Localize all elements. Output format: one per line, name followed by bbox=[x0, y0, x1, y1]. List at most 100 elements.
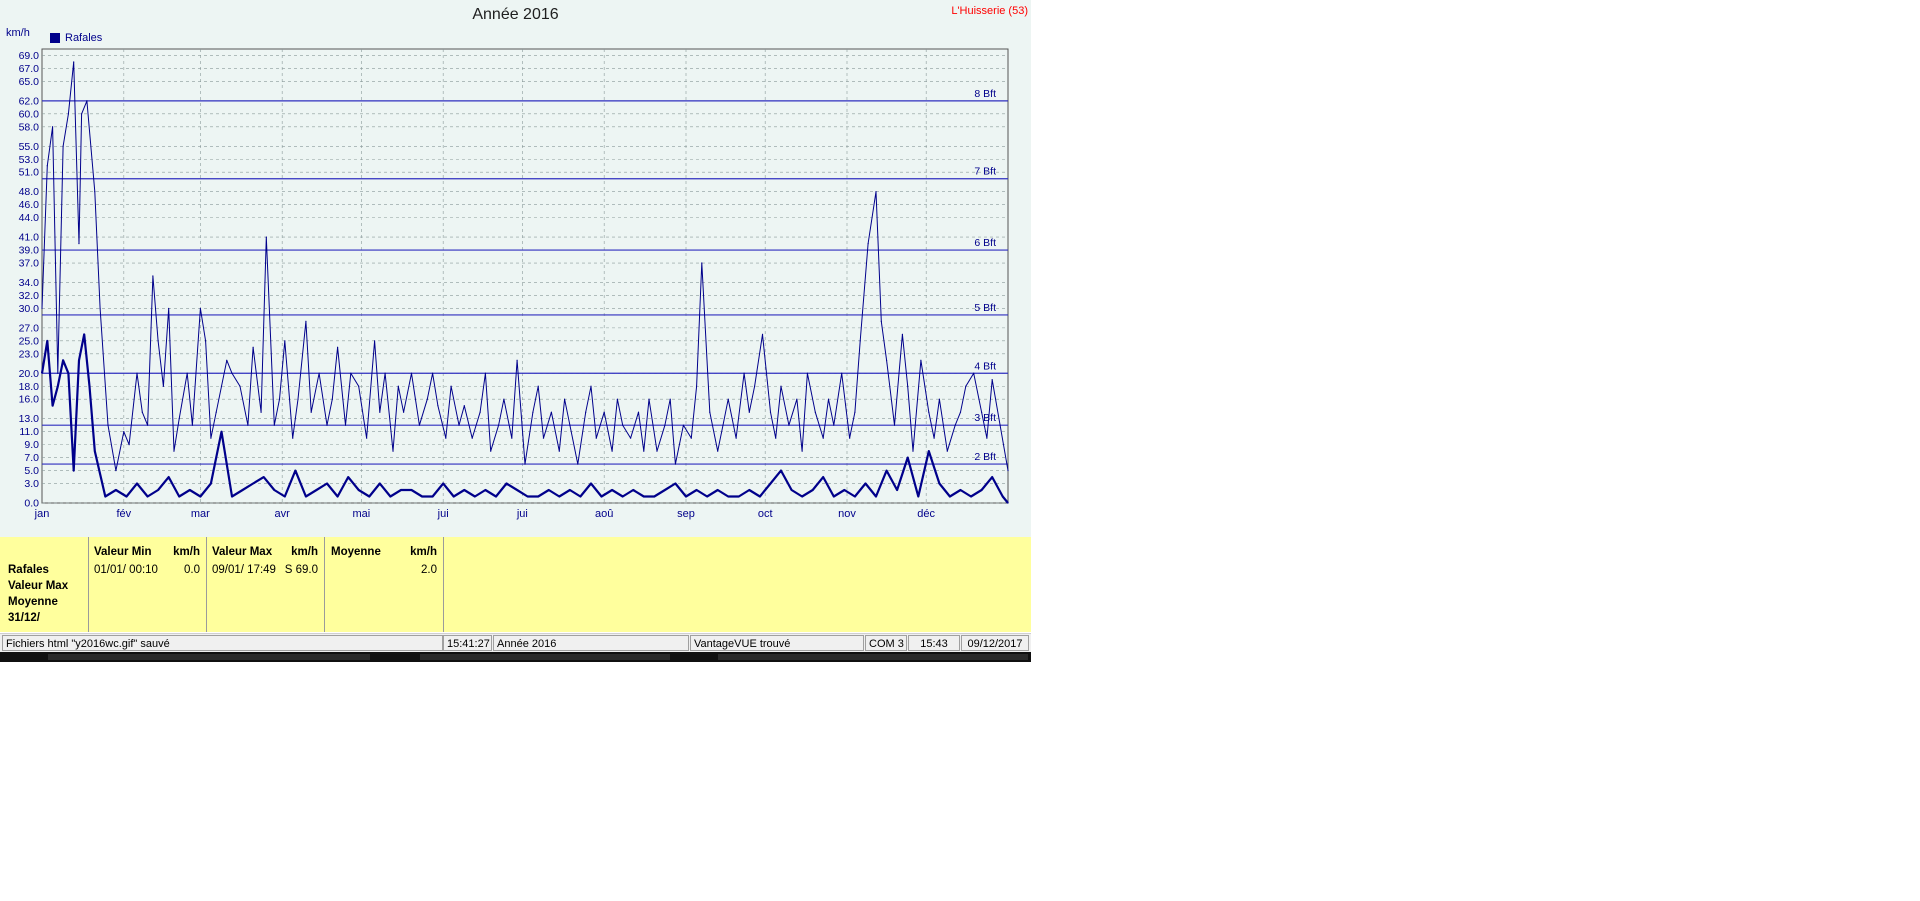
y-tick-label: 5.0 bbox=[24, 465, 39, 477]
point-rafales bbox=[674, 463, 677, 465]
point-rafales bbox=[115, 469, 117, 472]
point-rafales bbox=[933, 437, 935, 439]
point-rafales bbox=[806, 372, 809, 374]
point-moyenne bbox=[88, 385, 91, 387]
y-tick-label: 34.0 bbox=[19, 277, 40, 289]
point-moyenne bbox=[453, 495, 455, 498]
point-rafales bbox=[62, 145, 64, 147]
point-rafales bbox=[761, 333, 764, 335]
point-rafales bbox=[199, 307, 201, 310]
stats-col-min: Valeur Min km/h 01/01/ 00:10 0.0 bbox=[89, 537, 207, 632]
point-rafales bbox=[524, 463, 526, 465]
point-rafales bbox=[231, 372, 233, 374]
x-tick-label: aoû bbox=[595, 508, 613, 520]
point-moyenne bbox=[199, 495, 201, 498]
point-moyenne bbox=[706, 495, 708, 498]
point-moyenne bbox=[241, 489, 244, 491]
stats-col-mean: Moyenne km/h 2.0 bbox=[325, 537, 444, 632]
status-port: COM 3 bbox=[865, 635, 907, 651]
point-rafales bbox=[215, 411, 217, 413]
y-tick-label: 11.0 bbox=[19, 426, 39, 438]
point-rafales bbox=[946, 450, 948, 452]
beaufort-label: 7 Bft bbox=[974, 166, 996, 178]
y-tick-label: 16.0 bbox=[19, 394, 40, 406]
point-moyenne bbox=[273, 489, 275, 491]
point-rafales bbox=[814, 411, 816, 413]
x-tick-label: jan bbox=[34, 508, 50, 520]
y-tick-label: 27.0 bbox=[19, 322, 40, 334]
point-moyenne bbox=[474, 495, 476, 498]
x-tick-label: sep bbox=[677, 508, 695, 520]
x-tick-label: oct bbox=[758, 508, 773, 520]
point-rafales bbox=[123, 431, 125, 433]
point-rafales bbox=[273, 424, 275, 426]
status-period: Année 2016 bbox=[493, 635, 689, 651]
point-moyenne bbox=[347, 476, 349, 478]
point-rafales bbox=[616, 398, 618, 400]
y-axis-unit: km/h bbox=[6, 27, 30, 39]
point-rafales bbox=[318, 372, 320, 374]
point-rafales bbox=[643, 450, 645, 452]
taskbar bbox=[0, 652, 1031, 662]
y-tick-label: 18.0 bbox=[19, 381, 40, 393]
y-tick-label: 41.0 bbox=[19, 232, 40, 244]
y-tick-label: 25.0 bbox=[19, 335, 40, 347]
point-rafales bbox=[136, 372, 138, 374]
point-rafales bbox=[162, 385, 165, 387]
point-rafales bbox=[426, 398, 428, 400]
point-rafales bbox=[991, 379, 993, 381]
point-rafales bbox=[331, 398, 333, 400]
point-rafales bbox=[959, 411, 962, 413]
point-moyenne bbox=[917, 495, 919, 498]
point-rafales bbox=[585, 411, 587, 413]
point-moyenne bbox=[94, 450, 96, 452]
point-moyenne bbox=[622, 495, 624, 498]
point-rafales bbox=[350, 372, 352, 374]
point-moyenne bbox=[231, 495, 233, 498]
point-moyenne bbox=[896, 489, 898, 491]
point-rafales bbox=[247, 424, 249, 426]
y-tick-label: 65.0 bbox=[19, 76, 40, 88]
point-moyenne bbox=[484, 489, 487, 491]
point-rafales bbox=[437, 405, 439, 407]
point-moyenne bbox=[263, 476, 265, 478]
point-moyenne bbox=[600, 495, 603, 498]
y-tick-label: 37.0 bbox=[19, 258, 40, 270]
point-moyenne bbox=[548, 489, 550, 491]
point-rafales bbox=[629, 437, 632, 439]
point-rafales bbox=[46, 165, 48, 167]
point-moyenne bbox=[685, 495, 687, 498]
point-rafales bbox=[954, 424, 956, 426]
point-rafales bbox=[775, 437, 777, 439]
point-moyenne bbox=[421, 495, 423, 498]
beaufort-label: 2 Bft bbox=[974, 451, 996, 463]
point-rafales bbox=[880, 320, 882, 322]
x-tick-label: jui bbox=[516, 508, 528, 520]
point-moyenne bbox=[379, 482, 381, 485]
point-rafales bbox=[780, 385, 782, 387]
row-label-valeur-max: Valeur Max bbox=[8, 580, 69, 592]
min-header: Valeur Min bbox=[94, 546, 152, 558]
point-moyenne bbox=[632, 489, 634, 491]
status-bar: Fichiers html "y2016wc.gif" sauvé 15:41:… bbox=[0, 633, 1031, 653]
point-moyenne bbox=[146, 495, 149, 498]
point-rafales bbox=[743, 372, 745, 374]
status-message: Fichiers html "y2016wc.gif" sauvé bbox=[2, 635, 443, 651]
beaufort-label: 4 Bft bbox=[974, 360, 996, 372]
point-rafales bbox=[854, 411, 856, 413]
point-rafales bbox=[973, 372, 975, 374]
point-moyenne bbox=[67, 372, 69, 374]
point-rafales bbox=[479, 411, 481, 413]
point-rafales bbox=[920, 359, 922, 361]
stats-panel: Rafales Valeur Max Moyenne 31/12/ Valeur… bbox=[0, 537, 1031, 632]
point-rafales bbox=[801, 450, 803, 452]
point-moyenne bbox=[569, 489, 571, 491]
point-moyenne bbox=[738, 495, 740, 498]
point-rafales bbox=[885, 359, 888, 361]
point-rafales bbox=[965, 385, 967, 387]
y-tick-label: 51.0 bbox=[19, 167, 40, 179]
point-rafales bbox=[384, 372, 386, 374]
point-rafales bbox=[173, 450, 175, 452]
point-rafales bbox=[722, 424, 724, 426]
point-moyenne bbox=[885, 469, 888, 472]
